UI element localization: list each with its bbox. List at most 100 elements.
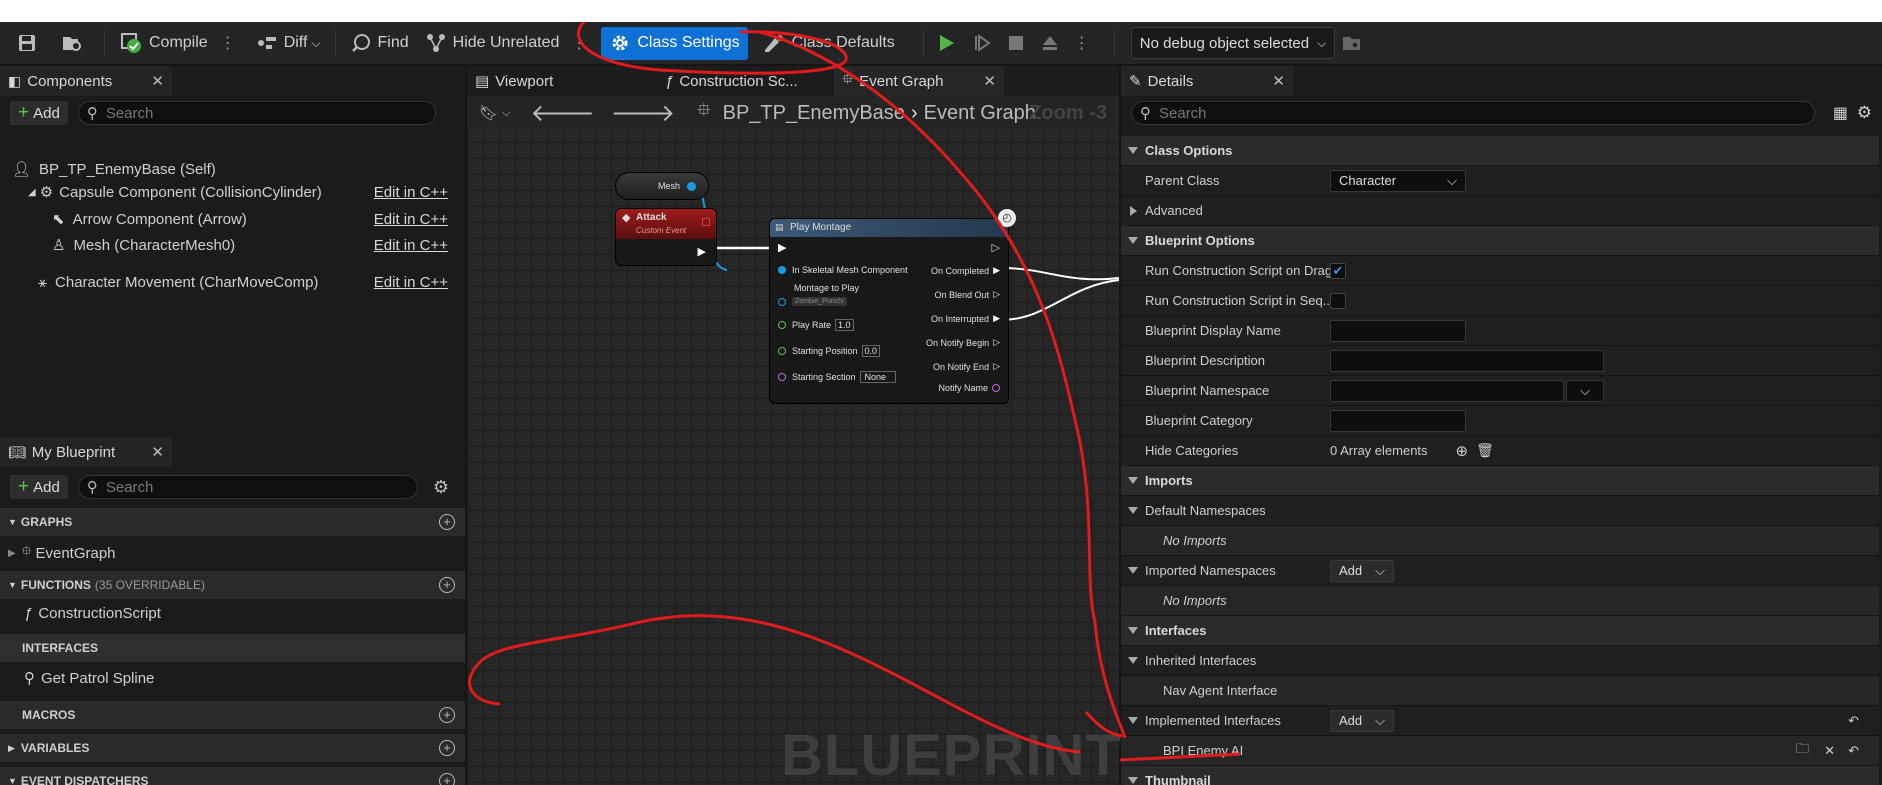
add-event-dispatcher-icon[interactable]: +: [439, 773, 455, 785]
exec-out-pin[interactable]: ▷: [992, 241, 1000, 254]
pin-on-interrupted[interactable]: On Interrupted ▶: [931, 313, 1000, 324]
breadcrumb-graph[interactable]: Event Graph: [924, 102, 1036, 125]
browse-icon[interactable]: [52, 26, 98, 60]
component-root-row[interactable]: 👤︎ BP_TP_EnemyBase (Self): [12, 160, 216, 179]
category-imports[interactable]: Imports: [1121, 466, 1879, 496]
gear-icon[interactable]: ⚙: [433, 477, 449, 498]
category-thumbnail[interactable]: Thumbnail: [1121, 766, 1879, 785]
add-macro-icon[interactable]: +: [439, 707, 455, 723]
details-search-input[interactable]: ⚲ Search: [1131, 101, 1815, 125]
run-cs-on-drag-checkbox[interactable]: ✔: [1330, 262, 1346, 279]
category-input[interactable]: [1330, 409, 1466, 432]
property-implemented-interfaces[interactable]: Implemented Interfaces Add ⌵ ↶: [1121, 706, 1879, 736]
exec-out-pin[interactable]: ▶: [698, 245, 706, 258]
pin-on-notify-begin[interactable]: On Notify Begin ▷: [926, 337, 1000, 348]
attack-event-node[interactable]: ◆ Attack Custom Event ▶: [615, 208, 717, 266]
namespace-input[interactable]: [1330, 379, 1564, 402]
object-pin[interactable]: [687, 182, 696, 191]
pin-starting-section[interactable]: Starting Section None: [778, 371, 896, 383]
add-member-button[interactable]: + Add: [10, 475, 68, 499]
component-row-movement[interactable]: ⚹ Character Movement (CharMoveComp) Edit…: [38, 274, 458, 291]
reset-icon[interactable]: ↶: [1848, 743, 1859, 759]
step-icon[interactable]: [968, 26, 1002, 60]
play-options-icon[interactable]: ⋮: [1070, 33, 1094, 53]
add-interface-button[interactable]: Add ⌵: [1330, 709, 1394, 732]
category-blueprint-options[interactable]: Blueprint Options: [1121, 226, 1879, 256]
section-variables[interactable]: ▶ VARIABLES +: [0, 733, 465, 762]
property-default-namespaces[interactable]: Default Namespaces: [1121, 496, 1879, 526]
add-variable-icon[interactable]: +: [439, 740, 455, 756]
component-row-mesh[interactable]: ♙ Mesh (CharacterMesh0) Edit in C++: [52, 236, 458, 255]
hide-unrelated-button[interactable]: Hide Unrelated: [417, 26, 568, 60]
expand-arrow-icon[interactable]: ▶: [8, 548, 16, 559]
close-icon[interactable]: ✕: [983, 72, 996, 90]
delegate-pin[interactable]: [702, 218, 710, 226]
starting-position-input[interactable]: 0.0: [861, 345, 881, 357]
eject-icon[interactable]: [1036, 26, 1070, 60]
bookmark-icon[interactable]: 🔖︎: [479, 104, 498, 122]
add-component-button[interactable]: + Add: [10, 101, 68, 125]
debug-browse-icon[interactable]: [1335, 26, 1375, 60]
tab-viewport[interactable]: ▤ Viewport: [467, 66, 642, 96]
parent-class-select[interactable]: Character ⌵: [1330, 169, 1466, 192]
save-icon[interactable]: [8, 26, 52, 60]
component-row-capsule[interactable]: ◢ ⚙︎ Capsule Component (CollisionCylinde…: [28, 183, 458, 202]
section-macros[interactable]: MACROS +: [0, 700, 465, 729]
tab-components[interactable]: ◧ Components ✕: [0, 66, 172, 96]
starting-section-input[interactable]: None: [859, 371, 896, 383]
component-row-arrow[interactable]: ⬉ Arrow Component (Arrow) Edit in C++: [52, 210, 458, 229]
pin-play-rate[interactable]: Play Rate 1.0: [778, 319, 854, 331]
play-rate-input[interactable]: 1.0: [835, 319, 854, 331]
my-blueprint-search-input[interactable]: ⚲ Search: [77, 475, 418, 499]
reset-icon[interactable]: ↶: [1848, 713, 1859, 729]
close-icon[interactable]: ✕: [151, 72, 164, 90]
pin-on-completed[interactable]: On Completed ▶: [931, 265, 1000, 276]
back-arrow-icon[interactable]: 🡐: [530, 98, 594, 128]
play-icon[interactable]: [930, 26, 968, 60]
forward-arrow-icon[interactable]: 🡒: [611, 98, 675, 128]
add-import-button[interactable]: Add ⌵: [1330, 559, 1394, 582]
property-imported-namespaces[interactable]: Imported Namespaces Add ⌵: [1121, 556, 1879, 586]
mesh-variable-node[interactable]: Mesh: [615, 172, 709, 200]
montage-select[interactable]: Zombie_Punchi: [792, 297, 847, 306]
edit-in-cpp-link[interactable]: Edit in C++: [374, 237, 448, 254]
namespace-dropdown[interactable]: ⌵: [1566, 379, 1604, 402]
tab-my-blueprint[interactable]: 📖︎ My Blueprint ✕: [0, 437, 172, 467]
graph-item-eventgraph[interactable]: ▶ ⯐ EventGraph: [8, 542, 116, 564]
section-event-dispatchers[interactable]: ▼ EVENT DISPATCHERS +: [0, 766, 465, 785]
section-graphs[interactable]: ▼ GRAPHS +: [0, 507, 465, 536]
breadcrumb-blueprint[interactable]: BP_TP_EnemyBase: [723, 102, 905, 125]
graph-canvas[interactable]: 🔖︎ ⌵ 🡐 🡒 ⯐ BP_TP_EnemyBase › Event Graph…: [467, 96, 1121, 785]
chevron-down-icon[interactable]: ⌵: [502, 107, 510, 120]
expand-arrow-icon[interactable]: ◢: [28, 187, 36, 198]
add-element-icon[interactable]: ⊕: [1456, 442, 1469, 460]
edit-in-cpp-link[interactable]: Edit in C++: [374, 211, 448, 228]
pin-on-notify-end[interactable]: On Notify End ▷: [933, 361, 1000, 372]
pin-montage-to-play[interactable]: Montage to Play: [778, 283, 859, 293]
components-search-input[interactable]: ⚲ Search: [77, 101, 436, 125]
add-graph-icon[interactable]: +: [439, 514, 455, 530]
run-cs-in-seq-checkbox[interactable]: [1330, 292, 1346, 309]
remove-icon[interactable]: ✕: [1824, 743, 1835, 759]
trash-icon[interactable]: 🗑︎: [1476, 442, 1494, 459]
compile-options-icon[interactable]: ⋮: [216, 33, 240, 53]
close-icon[interactable]: ✕: [1272, 72, 1285, 90]
hide-unrelated-options-icon[interactable]: ⋮: [567, 33, 591, 53]
category-class-options[interactable]: Class Options: [1121, 136, 1879, 166]
gear-icon[interactable]: ⚙: [1857, 103, 1872, 123]
browse-icon[interactable]: 🗀︎: [1796, 740, 1809, 762]
edit-in-cpp-link[interactable]: Edit in C++: [374, 184, 448, 201]
property-inherited-interfaces[interactable]: Inherited Interfaces: [1121, 646, 1879, 676]
pin-notify-name[interactable]: Notify Name: [938, 383, 1000, 393]
close-icon[interactable]: ✕: [151, 443, 164, 461]
add-function-icon[interactable]: +: [439, 577, 455, 593]
category-interfaces[interactable]: Interfaces: [1121, 616, 1879, 646]
section-functions[interactable]: ▼ FUNCTIONS (35 OVERRIDABLE) +: [0, 570, 465, 599]
tab-details[interactable]: ✎ Details ✕: [1121, 66, 1293, 96]
interface-item-get-patrol-spline[interactable]: ⚲ Get Patrol Spline: [24, 669, 154, 688]
function-item-construction-script[interactable]: ƒ ConstructionScript: [24, 605, 161, 622]
table-view-icon[interactable]: ▦: [1833, 103, 1848, 123]
display-name-input[interactable]: [1330, 319, 1466, 342]
pin-on-blend-out[interactable]: On Blend Out ▷: [935, 289, 1000, 300]
section-interfaces[interactable]: INTERFACES: [0, 633, 465, 662]
